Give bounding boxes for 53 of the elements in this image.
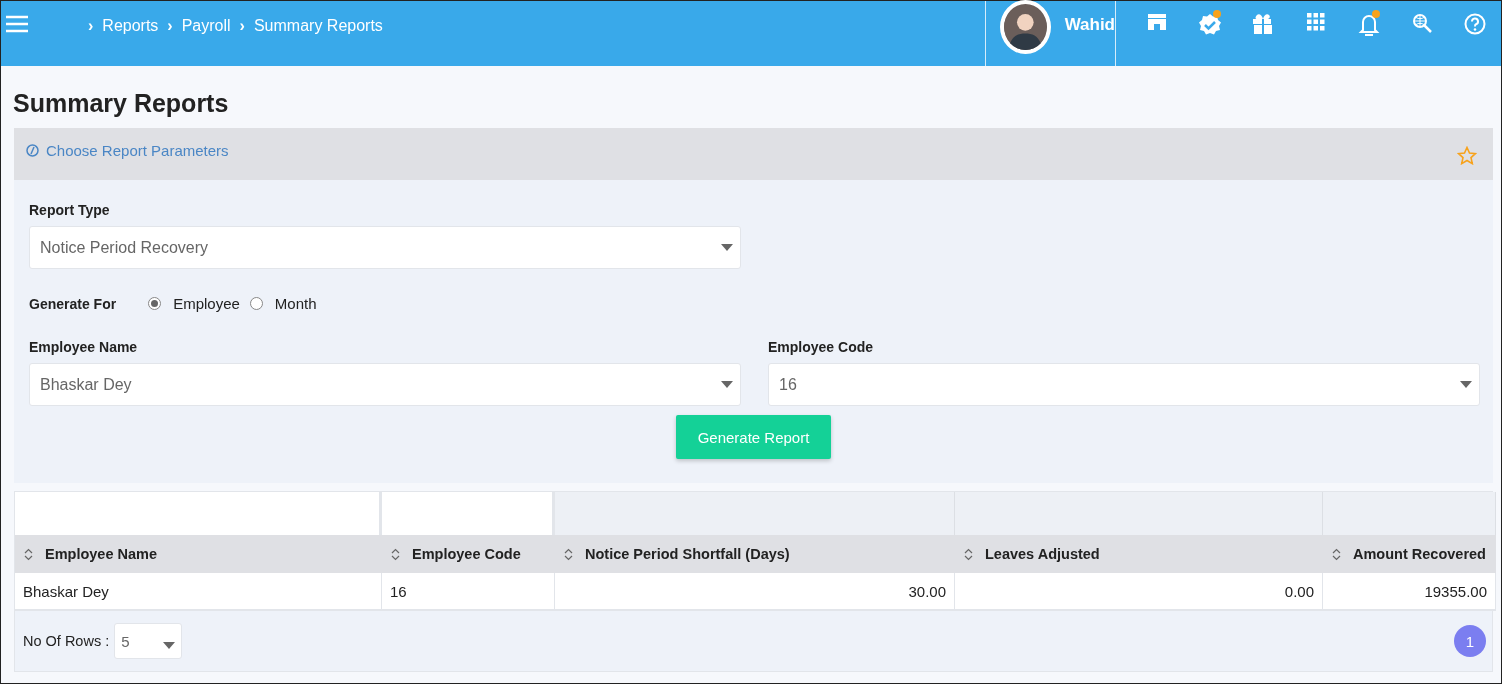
- rows-per-page-label: No Of Rows :: [23, 633, 110, 649]
- help-icon[interactable]: [1463, 13, 1486, 35]
- page-title: Summary Reports: [13, 88, 230, 118]
- radio-label[interactable]: Month: [274, 295, 317, 312]
- field-label: Report Type: [29, 202, 111, 218]
- filter-cell[interactable]: [555, 492, 955, 535]
- field-label: Employee Name: [29, 339, 139, 355]
- radio-button[interactable]: [148, 297, 162, 310]
- sort-icon[interactable]: [964, 547, 973, 561]
- column-header[interactable]: Amount Recovered: [1323, 535, 1496, 573]
- help-circle-icon: [26, 144, 39, 157]
- sort-icon[interactable]: [24, 547, 33, 561]
- star-icon[interactable]: [1457, 146, 1477, 165]
- table-cell: 19355.00: [1323, 573, 1496, 611]
- employee-code-select[interactable]: 16: [768, 363, 1480, 406]
- caret-icon: [163, 641, 176, 649]
- globe-search-icon[interactable]: [1411, 13, 1432, 33]
- report-type-select[interactable]: Notice Period Recovery: [29, 226, 741, 269]
- filter-cell[interactable]: [955, 492, 1323, 535]
- sort-icon[interactable]: [1332, 547, 1341, 561]
- radio-button[interactable]: [249, 297, 263, 310]
- column-header[interactable]: Leaves Adjusted: [955, 535, 1323, 573]
- radio-label[interactable]: Employee: [173, 295, 240, 312]
- breadcrumb-separator: ›: [167, 17, 173, 35]
- rows-per-page-select[interactable]: 5: [114, 623, 183, 659]
- field-label: Employee Code: [768, 339, 875, 355]
- breadcrumb-separator: ›: [239, 17, 245, 35]
- column-header[interactable]: Employee Name: [15, 535, 382, 573]
- sort-icon[interactable]: [391, 547, 400, 561]
- filter-cell[interactable]: [1323, 492, 1496, 535]
- filter-cell[interactable]: [382, 492, 555, 535]
- sort-icon[interactable]: [564, 547, 573, 561]
- caret-icon: [721, 381, 733, 388]
- table-cell: 30.00: [555, 573, 955, 611]
- table-cell: 16: [382, 573, 555, 611]
- page-button[interactable]: 1: [1454, 625, 1486, 657]
- table-cell: 0.00: [955, 573, 1323, 611]
- table-cell: Bhaskar Dey: [15, 573, 382, 611]
- store-icon[interactable]: [1146, 13, 1167, 31]
- gift-icon[interactable]: [1250, 13, 1275, 35]
- bell-icon[interactable]: [1357, 13, 1380, 37]
- caret-icon: [721, 244, 733, 251]
- breadcrumb-separator: ›: [88, 17, 94, 35]
- employee-name-select[interactable]: Bhaskar Dey: [29, 363, 741, 406]
- field-label: Generate For: [29, 295, 117, 312]
- apps-grid-icon[interactable]: [1306, 13, 1325, 31]
- column-header[interactable]: Notice Period Shortfall (Days): [555, 535, 955, 573]
- filter-cell[interactable]: [15, 492, 382, 535]
- avatar-icon[interactable]: [1000, 0, 1051, 54]
- verified-badge-icon[interactable]: [1197, 13, 1222, 37]
- menu-icon[interactable]: [6, 15, 28, 33]
- column-header[interactable]: Employee Code: [382, 535, 555, 573]
- caret-icon: [1460, 381, 1472, 388]
